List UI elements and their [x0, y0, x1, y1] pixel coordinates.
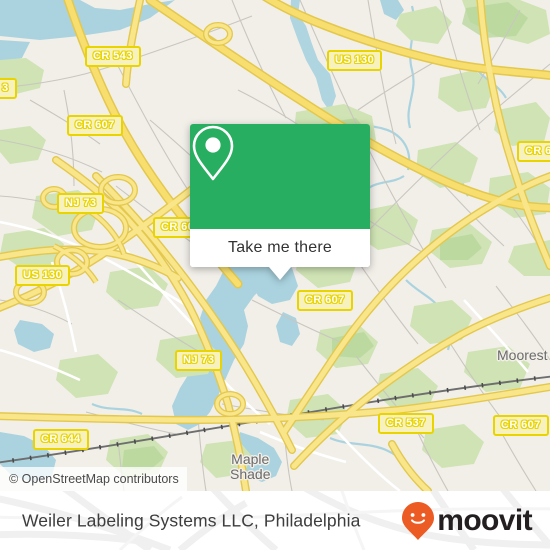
road-shield: NJ 73: [175, 350, 223, 371]
road-shield: US 130: [15, 265, 71, 286]
osm-attribution[interactable]: © OpenStreetMap contributors: [0, 467, 187, 491]
road-shield: CR 61: [517, 141, 550, 162]
popup-header: [190, 124, 370, 229]
road-shield: CR 543: [85, 46, 141, 67]
road-shield: US 130: [327, 50, 383, 71]
footer-bar: Weiler Labeling Systems LLC, Philadelphi…: [0, 491, 550, 550]
moovit-wordmark: moovit: [437, 503, 532, 537]
place-label-line: Shade: [230, 466, 271, 482]
map-canvas[interactable]: CR 543 US 130 CR 607 CR 61 NJ 73 CR 60 U…: [0, 0, 550, 491]
map-pin-icon: [192, 125, 234, 181]
place-label-moorestown: Moorest: [497, 347, 548, 363]
road-shield: CR 607: [297, 290, 353, 311]
road-shield: NJ 73: [57, 193, 105, 214]
road-shield: CR 607: [493, 415, 549, 436]
moovit-map-page: CR 543 US 130 CR 607 CR 61 NJ 73 CR 60 U…: [0, 0, 550, 550]
road-shield: CR 644: [33, 429, 89, 450]
moovit-logo[interactable]: moovit: [401, 501, 533, 541]
road-shield: 3: [0, 78, 17, 99]
road-shield: CR 537: [378, 413, 434, 434]
popup-action[interactable]: Take me there: [190, 229, 370, 267]
moovit-pin-smiley-icon: [402, 501, 435, 540]
popup-body: Take me there: [190, 124, 370, 267]
popup-action-label: Take me there: [228, 239, 332, 256]
place-label-maple-shade: Maple Shade: [230, 452, 270, 482]
location-popup[interactable]: Take me there: [190, 124, 370, 280]
place-label-line: Maple: [231, 451, 270, 467]
location-title: Weiler Labeling Systems LLC, Philadelphi…: [22, 510, 361, 530]
road-shield: CR 607: [67, 115, 123, 136]
popup-pointer: [269, 267, 291, 280]
